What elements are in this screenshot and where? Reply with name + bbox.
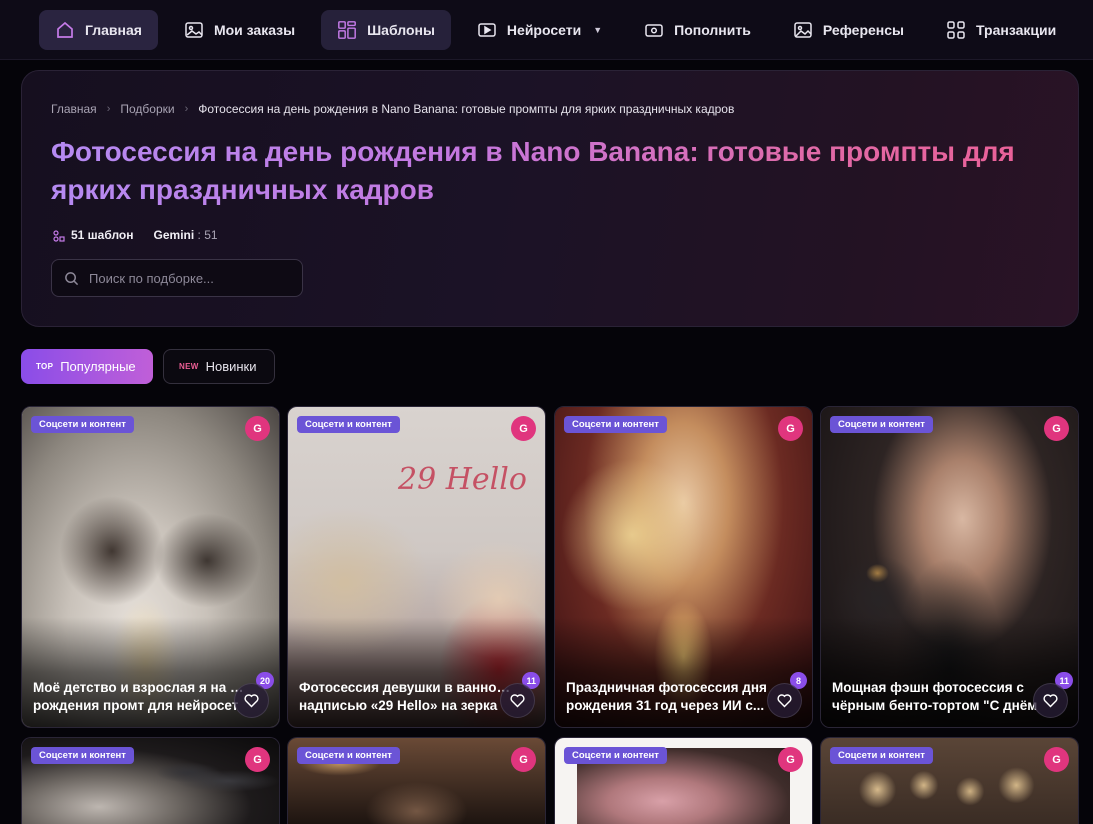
- nav-topup-label: Пополнить: [674, 21, 751, 38]
- category-badge: Соцсети и контент: [564, 416, 667, 433]
- category-badge: Соцсети и контент: [830, 747, 933, 764]
- breadcrumb-current: Фотосессия на день рождения в Nano Banan…: [198, 102, 735, 116]
- breadcrumb-section[interactable]: Подборки: [120, 102, 174, 116]
- card-title: Мощная фэшн фотосессия с чёрным бенто-то…: [832, 680, 1038, 713]
- page-title: Фотосессия на день рождения в Nano Banan…: [51, 133, 1061, 209]
- nav-orders[interactable]: Мои заказы: [168, 10, 311, 50]
- nav-orders-label: Мои заказы: [213, 21, 296, 38]
- template-card[interactable]: Соцсети и контент G: [21, 737, 280, 824]
- template-card[interactable]: Соцсети и контент G: [287, 737, 546, 824]
- category-badge: Соцсети и контент: [564, 747, 667, 764]
- collection-meta: 51 шаблон Gemini : 51: [53, 228, 218, 242]
- chevron-down-icon: ▼: [593, 24, 603, 35]
- template-card[interactable]: Соцсети и контент G: [554, 737, 813, 824]
- template-card[interactable]: Соцсети и контент G Мощная фэшн фотосесс…: [820, 406, 1079, 728]
- filter-new-button[interactable]: NEW Новинки: [163, 349, 275, 384]
- collection-header: Главная › Подборки › Фотосессия на день …: [21, 70, 1079, 327]
- template-count: 51 шаблон: [53, 228, 134, 242]
- search-input[interactable]: [89, 270, 279, 286]
- templates-icon: [53, 230, 65, 242]
- heart-icon: [1043, 694, 1058, 708]
- gemini-model-badge: G: [1044, 416, 1069, 441]
- category-badge: Соцсети и контент: [31, 416, 134, 433]
- grid-icon: [946, 20, 966, 40]
- gemini-model-badge: G: [778, 747, 803, 772]
- model-name: Gemini: [153, 228, 195, 242]
- favorite-button[interactable]: [234, 683, 269, 718]
- category-badge: Соцсети и контент: [297, 416, 400, 433]
- top-tag: TOP: [36, 362, 54, 371]
- gemini-model-badge: G: [511, 416, 536, 441]
- template-card[interactable]: 29 Hello Соцсети и контент G Фотосессия …: [287, 406, 546, 728]
- nav-templates-label: Шаблоны: [367, 21, 435, 38]
- templates-grid-icon: [337, 20, 357, 40]
- category-badge: Соцсети и контент: [830, 416, 933, 433]
- search-box[interactable]: [51, 259, 303, 297]
- nav-references[interactable]: Референсы: [777, 10, 920, 50]
- nav-home[interactable]: Главная: [39, 9, 158, 50]
- nav-transactions-label: Транзакции: [976, 21, 1057, 38]
- wallet-icon: [644, 20, 664, 40]
- favorite-button[interactable]: [500, 683, 535, 718]
- category-badge: Соцсети и контент: [297, 747, 400, 764]
- card-title: Праздничная фотосессия дня рождения 31 г…: [566, 680, 767, 713]
- home-icon: [55, 20, 75, 40]
- model-count: Gemini : 51: [154, 228, 218, 242]
- nav-neural-networks-label: Нейросети: [506, 21, 582, 38]
- favorite-button[interactable]: [1033, 683, 1068, 718]
- top-navigation: Главная Мои заказы Шаблоны Нейросети ▼ П…: [0, 0, 1093, 60]
- nav-transactions[interactable]: Транзакции: [930, 10, 1072, 50]
- image-icon: [793, 20, 813, 40]
- gemini-model-badge: G: [778, 416, 803, 441]
- nav-home-label: Главная: [85, 21, 142, 38]
- breadcrumb-home[interactable]: Главная: [51, 102, 97, 116]
- nav-templates[interactable]: Шаблоны: [321, 9, 451, 50]
- heart-icon: [510, 694, 525, 708]
- filter-new-label: Новинки: [205, 359, 257, 374]
- template-card[interactable]: Соцсети и контент G Моё детство и взросл…: [21, 406, 280, 728]
- filter-popular-button[interactable]: TOP Популярные: [21, 349, 153, 384]
- template-card[interactable]: Соцсети и контент G Праздничная фотосесс…: [554, 406, 813, 728]
- search-icon: [65, 271, 79, 285]
- card-title: Моё детство и взрослая я на дне рождения…: [33, 680, 247, 713]
- card-title: Фотосессия девушки в ванной с надписью «…: [299, 680, 513, 713]
- template-card[interactable]: Соцсети и контент G: [820, 737, 1079, 824]
- nav-topup[interactable]: Пополнить: [628, 10, 767, 50]
- template-count-label: 51 шаблон: [71, 228, 134, 242]
- play-icon: [477, 20, 497, 40]
- gemini-model-badge: G: [245, 747, 270, 772]
- gemini-model-badge: G: [511, 747, 536, 772]
- category-badge: Соцсети и контент: [31, 747, 134, 764]
- breadcrumb: Главная › Подборки › Фотосессия на день …: [51, 102, 734, 116]
- chevron-right-icon: ›: [184, 103, 189, 115]
- nav-references-label: Референсы: [822, 21, 904, 38]
- gemini-model-badge: G: [245, 416, 270, 441]
- chevron-right-icon: ›: [106, 103, 111, 115]
- new-tag: NEW: [179, 362, 199, 371]
- favorite-button[interactable]: [767, 683, 802, 718]
- nav-neural-networks[interactable]: Нейросети ▼: [461, 10, 618, 50]
- heart-icon: [777, 694, 792, 708]
- filter-popular-label: Популярные: [60, 359, 136, 374]
- model-count-value: : 51: [197, 228, 218, 242]
- gemini-model-badge: G: [1044, 747, 1069, 772]
- heart-icon: [244, 694, 259, 708]
- gallery-icon: [184, 20, 204, 40]
